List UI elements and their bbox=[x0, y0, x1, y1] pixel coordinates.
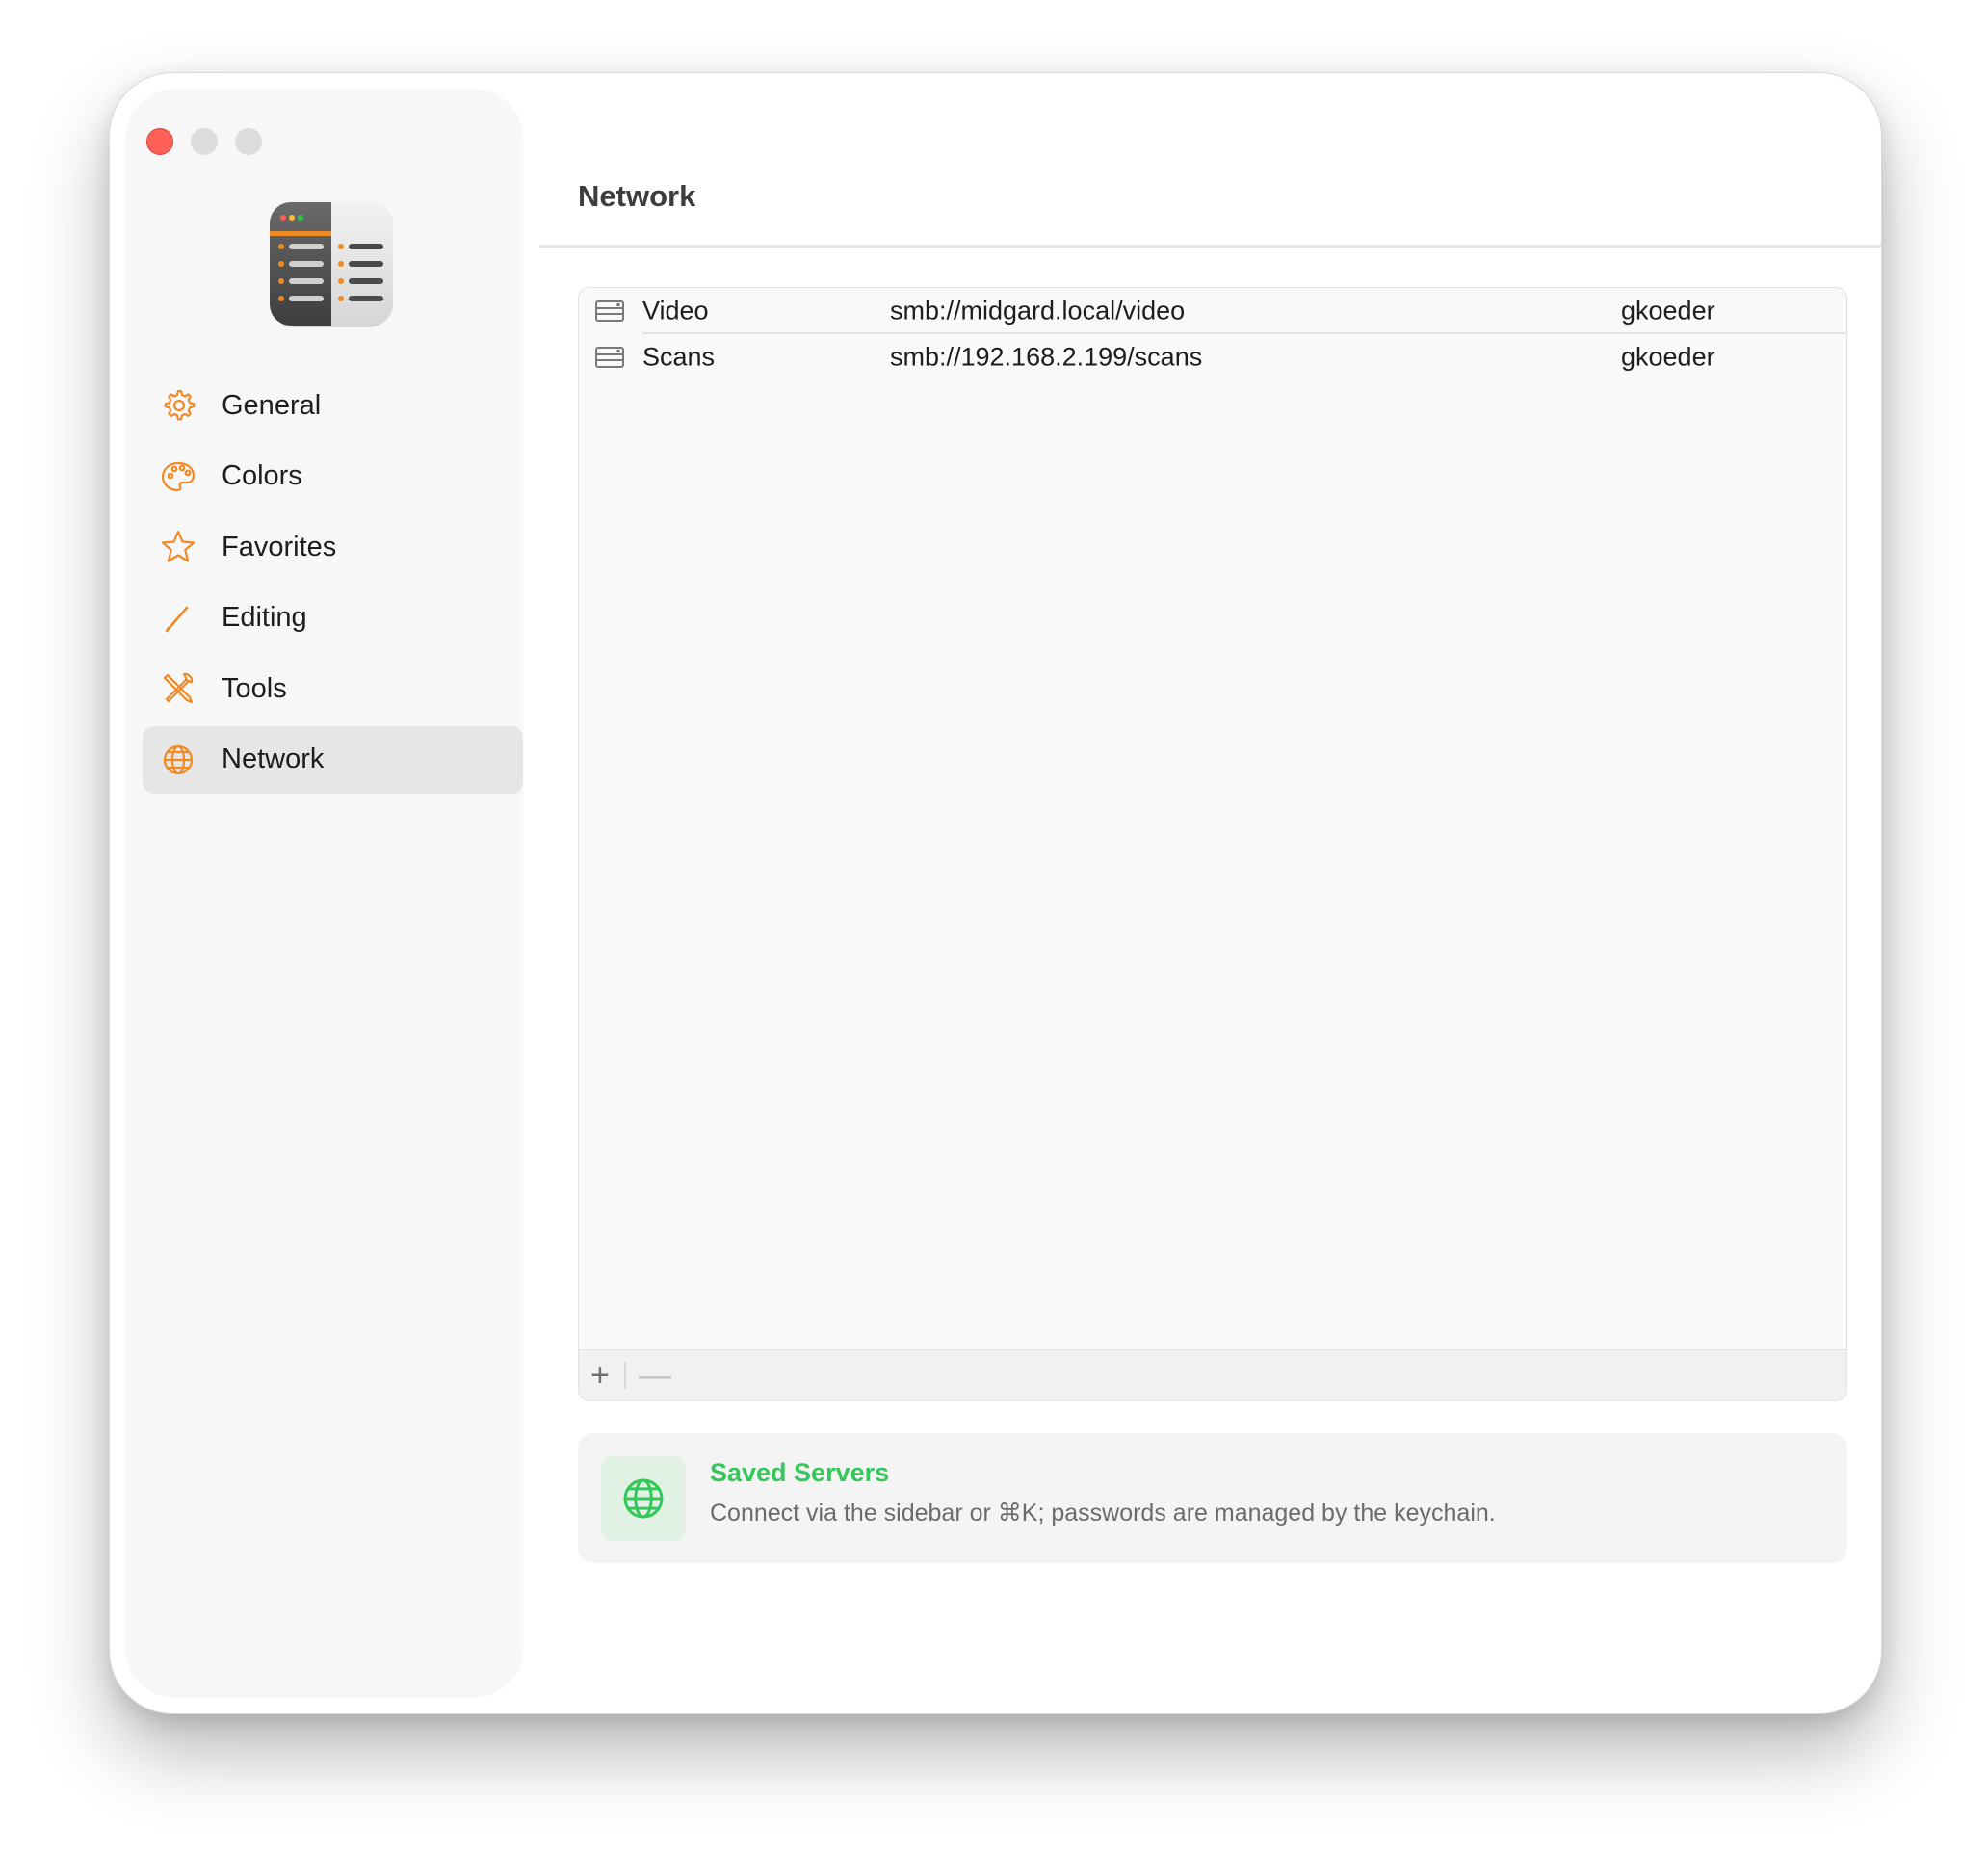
star-icon bbox=[161, 530, 196, 562]
servers-table: Video smb://midgard.local/video gkoeder … bbox=[578, 287, 1847, 1401]
zoom-window-button[interactable] bbox=[235, 128, 262, 155]
title-divider bbox=[539, 245, 1881, 248]
server-url: smb://192.168.2.199/scans bbox=[890, 342, 1203, 372]
server-user: gkoeder bbox=[1621, 342, 1715, 372]
add-server-button[interactable]: + bbox=[590, 1359, 610, 1392]
info-icon-tile bbox=[601, 1456, 686, 1541]
sidebar-item-favorites[interactable]: Favorites bbox=[143, 513, 523, 581]
sidebar-item-label: Editing bbox=[222, 602, 307, 633]
sidebar: General Colors Favorites Editing Tools N… bbox=[126, 90, 523, 1695]
server-icon bbox=[595, 300, 624, 322]
close-window-button[interactable] bbox=[146, 128, 173, 155]
server-icon bbox=[595, 347, 624, 368]
table-row[interactable]: Scans smb://192.168.2.199/scans gkoeder bbox=[579, 334, 1846, 380]
sidebar-item-general[interactable]: General bbox=[143, 372, 523, 439]
sidebar-item-tools[interactable]: Tools bbox=[143, 655, 523, 722]
globe-icon bbox=[623, 1478, 664, 1519]
sidebar-item-network[interactable]: Network bbox=[143, 725, 523, 794]
page-title: Network bbox=[578, 179, 696, 213]
sidebar-item-label: Network bbox=[222, 744, 325, 774]
app-icon bbox=[270, 202, 393, 327]
sidebar-item-editing[interactable]: Editing bbox=[143, 585, 523, 652]
sidebar-item-label: Favorites bbox=[222, 531, 337, 562]
settings-window: General Colors Favorites Editing Tools N… bbox=[109, 72, 1882, 1714]
tools-icon bbox=[163, 672, 194, 704]
minimize-window-button[interactable] bbox=[191, 128, 218, 155]
server-user: gkoeder bbox=[1621, 296, 1715, 326]
sidebar-item-label: Tools bbox=[222, 672, 287, 704]
sidebar-item-label: Colors bbox=[222, 460, 302, 491]
server-name: Scans bbox=[642, 342, 716, 372]
server-url: smb://midgard.local/video bbox=[890, 296, 1186, 326]
info-text: Connect via the sidebar or ⌘K; passwords… bbox=[710, 1500, 1496, 1527]
info-card: Saved Servers Connect via the sidebar or… bbox=[578, 1433, 1847, 1563]
palette-icon bbox=[161, 461, 196, 491]
sidebar-item-label: General bbox=[222, 389, 322, 421]
globe-icon bbox=[163, 744, 194, 774]
pencil-icon bbox=[165, 606, 189, 632]
table-footer: + — bbox=[579, 1349, 1846, 1400]
remove-server-button[interactable]: — bbox=[639, 1359, 671, 1392]
sidebar-item-colors[interactable]: Colors bbox=[143, 443, 523, 510]
gear-icon bbox=[164, 389, 196, 421]
footer-separator bbox=[624, 1362, 626, 1389]
sidebar-nav: General Colors Favorites Editing Tools N… bbox=[143, 372, 523, 796]
table-row[interactable]: Video smb://midgard.local/video gkoeder bbox=[579, 288, 1846, 334]
info-title: Saved Servers bbox=[710, 1458, 890, 1487]
server-name: Video bbox=[642, 296, 709, 326]
